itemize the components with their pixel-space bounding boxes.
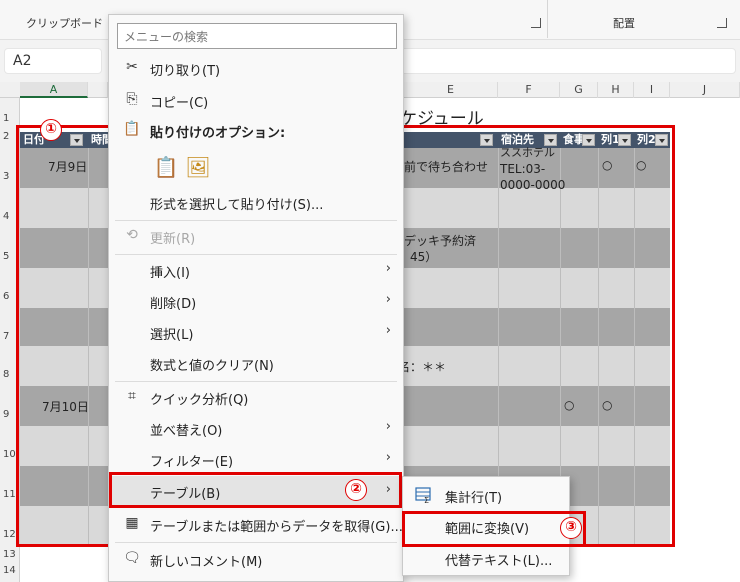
menu-item-clear[interactable]: 数式と値のクリア(N)	[109, 348, 403, 378]
menu-item-label: コピー(C)	[150, 96, 209, 111]
paste-picture-icon[interactable]: 🖼	[185, 155, 211, 181]
refresh-icon: ⟲	[126, 227, 138, 243]
row-header[interactable]: 13	[0, 549, 20, 560]
submenu-item-label: 代替テキスト(L)...	[445, 554, 553, 569]
menu-item-cut[interactable]: ✂ 切り取り(T)	[109, 53, 403, 83]
submenu-item-total-row[interactable]: Σ 集計行(T)	[403, 480, 569, 510]
column-header-i[interactable]: I	[634, 82, 670, 98]
menu-item-quick-analysis[interactable]: ⌗ クイック分析(Q)	[109, 382, 403, 412]
step-badge-1: ①	[40, 119, 62, 141]
menu-item-delete[interactable]: 削除(D) ›	[109, 286, 403, 316]
column-header-g[interactable]: G	[560, 82, 598, 98]
chevron-right-icon: ›	[385, 261, 391, 276]
table-icon: ▦	[125, 515, 139, 531]
menu-item-label: 貼り付けのオプション:	[150, 126, 286, 141]
menu-item-sort[interactable]: 並べ替え(O) ›	[109, 413, 403, 443]
menu-item-select[interactable]: 選択(L) ›	[109, 317, 403, 347]
menu-item-insert[interactable]: 挿入(I) ›	[109, 255, 403, 285]
row-header[interactable]: 1	[0, 113, 20, 124]
menu-item-paste-special[interactable]: 形式を選択して貼り付け(S)...	[109, 187, 403, 217]
chevron-right-icon: ›	[385, 292, 391, 307]
chevron-right-icon: ›	[385, 450, 391, 465]
chevron-right-icon: ›	[385, 323, 391, 338]
menu-item-label: 数式と値のクリア(N)	[150, 359, 274, 374]
submenu-item-alt-text[interactable]: 代替テキスト(L)...	[403, 543, 569, 573]
alignment-group-label: 配置	[613, 17, 635, 30]
column-header-j[interactable]: J	[670, 82, 740, 98]
menu-item-label: 挿入(I)	[150, 266, 190, 281]
menu-item-label: テーブルまたは範囲からデータを取得(G)...	[150, 520, 403, 535]
menu-item-label: 更新(R)	[150, 232, 196, 247]
menu-item-copy[interactable]: ⎘ コピー(C)	[109, 85, 403, 115]
total-row-icon: Σ	[415, 486, 433, 505]
menu-separator	[115, 542, 397, 543]
scissors-icon: ✂	[126, 59, 138, 75]
menu-item-get-data[interactable]: ▦ テーブルまたは範囲からデータを取得(G)...	[109, 509, 403, 539]
formula-bar[interactable]	[400, 48, 736, 74]
submenu-item-label: 集計行(T)	[445, 491, 503, 506]
alignment-launcher-icon[interactable]	[717, 18, 727, 28]
column-header-f[interactable]: F	[498, 82, 560, 98]
comment-icon: 🗨	[123, 550, 141, 566]
clipboard-group-label: クリップボード	[26, 17, 103, 30]
column-header-e[interactable]: E	[404, 82, 498, 98]
menu-item-label: フィルター(E)	[150, 455, 234, 470]
ribbon-separator	[547, 0, 548, 38]
group-launcher-icon[interactable]	[531, 18, 541, 28]
convert-item-highlight	[402, 511, 586, 547]
menu-item-label: 形式を選択して貼り付け(S)...	[150, 198, 324, 213]
menu-search-input[interactable]: メニューの検索	[117, 23, 397, 49]
step-badge-3: ③	[560, 517, 582, 539]
paste-option-buttons: 📋 🖼	[109, 151, 403, 185]
menu-item-paste-options: 📋 貼り付けのオプション:	[109, 115, 403, 145]
row-header[interactable]: 14	[0, 565, 20, 576]
menu-item-new-comment[interactable]: 🗨 新しいコメント(M)	[109, 544, 403, 574]
chevron-right-icon: ›	[385, 419, 391, 434]
menu-item-label: 削除(D)	[150, 297, 197, 312]
svg-text:Σ: Σ	[424, 496, 429, 504]
menu-item-label: 新しいコメント(M)	[150, 555, 263, 570]
column-header-b[interactable]	[88, 82, 108, 98]
menu-item-label: 選択(L)	[150, 328, 194, 343]
copy-icon: ⎘	[126, 91, 138, 107]
paste-icon[interactable]: 📋	[153, 155, 179, 181]
column-header-h[interactable]: H	[598, 82, 634, 98]
name-box[interactable]: A2	[4, 48, 102, 74]
quick-analysis-icon: ⌗	[128, 388, 136, 404]
menu-item-label: 並べ替え(O)	[150, 424, 223, 439]
menu-item-filter[interactable]: フィルター(E) ›	[109, 444, 403, 474]
column-header-a[interactable]: A	[20, 82, 88, 98]
step-badge-2: ②	[345, 479, 367, 501]
menu-item-label: 切り取り(T)	[150, 64, 221, 79]
paste-icon: 📋	[123, 121, 141, 137]
menu-item-label: クイック分析(Q)	[150, 393, 249, 408]
menu-item-refresh: ⟲ 更新(R)	[109, 221, 403, 251]
